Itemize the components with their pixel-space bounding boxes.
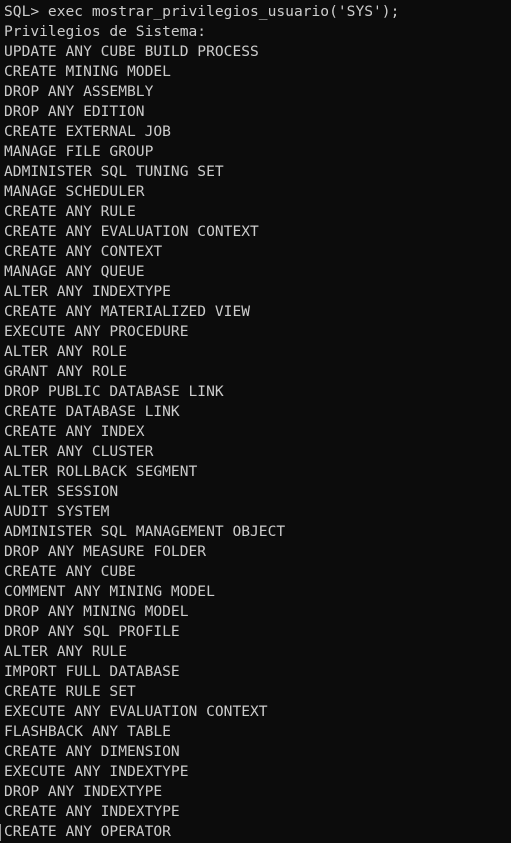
privilege-line: CREATE DATABASE LINK xyxy=(4,403,180,420)
output-header: Privilegios de Sistema: xyxy=(4,23,207,40)
privilege-line: MANAGE SCHEDULER xyxy=(4,183,145,200)
privilege-line: DROP ANY INDEXTYPE xyxy=(4,783,163,800)
privilege-line: ALTER ANY ROLE xyxy=(4,343,128,360)
privilege-line: ALTER ROLLBACK SEGMENT xyxy=(4,463,198,480)
privilege-line: DROP ANY MINING MODEL xyxy=(4,603,189,620)
privilege-line: DROP ANY EDITION xyxy=(4,103,145,120)
command-line: SQL> exec mostrar_privilegios_usuario('S… xyxy=(4,3,400,20)
privilege-line: CREATE RULE SET xyxy=(4,683,136,700)
privilege-line: ADMINISTER SQL MANAGEMENT OBJECT xyxy=(4,523,286,540)
privilege-line: ALTER ANY RULE xyxy=(4,643,128,660)
privilege-line: MANAGE FILE GROUP xyxy=(4,143,154,160)
privilege-line: FLASHBACK ANY TABLE xyxy=(4,723,171,740)
terminal-lines: SQL> exec mostrar_privilegios_usuario('S… xyxy=(4,2,399,842)
privilege-line: DROP ANY ASSEMBLY xyxy=(4,83,154,100)
privilege-line: ALTER SESSION xyxy=(4,483,119,500)
privilege-line: GRANT ANY ROLE xyxy=(4,363,128,380)
privilege-line: ALTER ANY INDEXTYPE xyxy=(4,283,171,300)
privilege-line: CREATE ANY MATERIALIZED VIEW xyxy=(4,303,251,320)
privilege-line: CREATE ANY DIMENSION xyxy=(4,743,180,760)
privilege-line: IMPORT FULL DATABASE xyxy=(4,663,180,680)
privilege-line: CREATE ANY INDEX xyxy=(4,423,145,440)
privilege-line: CREATE ANY CONTEXT xyxy=(4,243,163,260)
privilege-line: MANAGE ANY QUEUE xyxy=(4,263,145,280)
privilege-line: EXECUTE ANY EVALUATION CONTEXT xyxy=(4,703,268,720)
privilege-line: CREATE MINING MODEL xyxy=(4,63,171,80)
privilege-line: DROP PUBLIC DATABASE LINK xyxy=(4,383,224,400)
privilege-line: DROP ANY SQL PROFILE xyxy=(4,623,180,640)
privilege-line: AUDIT SYSTEM xyxy=(4,503,110,520)
privilege-line: ADMINISTER SQL TUNING SET xyxy=(4,163,224,180)
privilege-line: COMMENT ANY MINING MODEL xyxy=(4,583,215,600)
privilege-line: CREATE ANY RULE xyxy=(4,203,136,220)
privilege-line: DROP ANY MEASURE FOLDER xyxy=(4,543,207,560)
privilege-line: CREATE ANY EVALUATION CONTEXT xyxy=(4,223,259,240)
privilege-line: ALTER ANY CLUSTER xyxy=(4,443,154,460)
privilege-line: CREATE EXTERNAL JOB xyxy=(4,123,171,140)
terminal-output[interactable]: SQL> exec mostrar_privilegios_usuario('S… xyxy=(0,0,511,843)
privilege-line: EXECUTE ANY PROCEDURE xyxy=(4,323,189,340)
text-cursor-mark xyxy=(0,824,1,841)
privilege-line: CREATE ANY CUBE xyxy=(4,563,136,580)
privilege-line: CREATE ANY INDEXTYPE xyxy=(4,803,180,820)
privilege-line: EXECUTE ANY INDEXTYPE xyxy=(4,763,189,780)
privilege-line: CREATE ANY OPERATOR xyxy=(4,823,171,840)
privilege-line: UPDATE ANY CUBE BUILD PROCESS xyxy=(4,43,259,60)
